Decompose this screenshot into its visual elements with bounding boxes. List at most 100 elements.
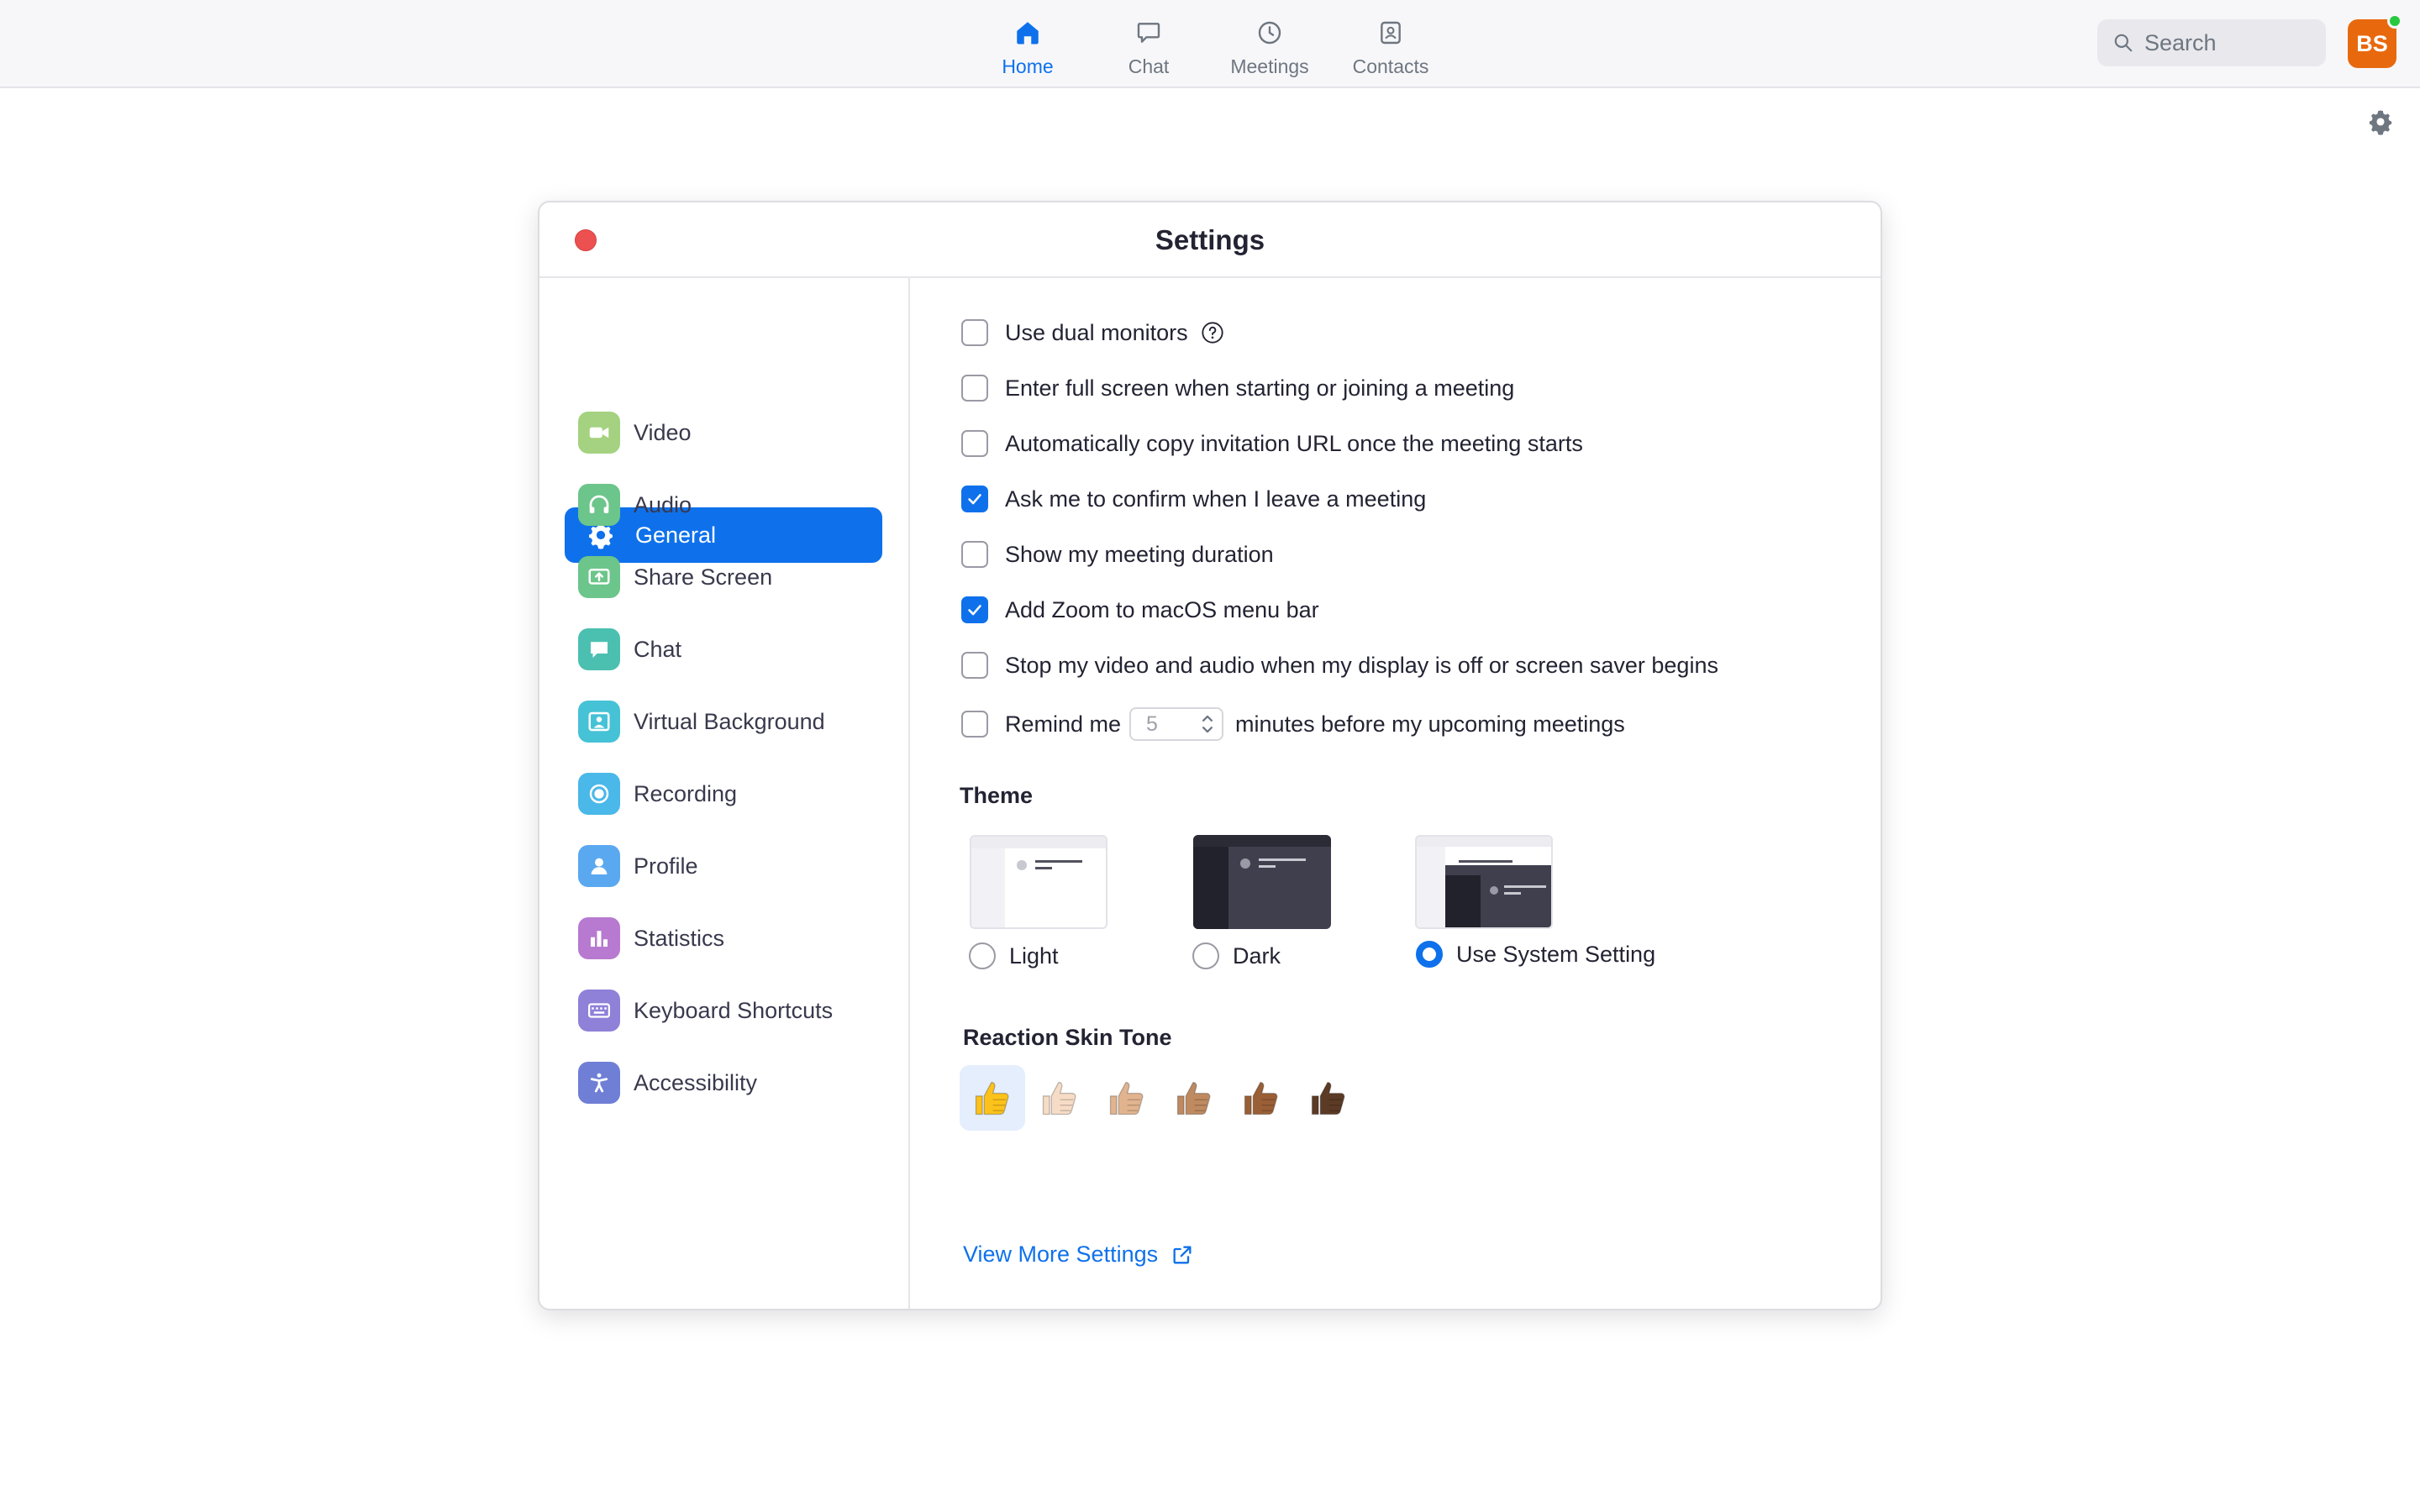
sidebar-item-accessibility[interactable]: Accessibility bbox=[563, 1055, 881, 1110]
theme-title: Theme bbox=[960, 783, 1034, 808]
option-dual-monitors[interactable]: Use dual monitors bbox=[961, 316, 1225, 349]
skin-tone-option[interactable] bbox=[1094, 1065, 1160, 1131]
option-confirm-leave[interactable]: Ask me to confirm when I leave a meeting bbox=[961, 482, 1426, 516]
option-remind-me[interactable]: Remind me 5 minutes before my upcoming m… bbox=[961, 707, 1625, 741]
close-window-button[interactable] bbox=[575, 229, 597, 251]
radio-button[interactable] bbox=[969, 942, 996, 969]
thumbs-up-icon bbox=[1176, 1081, 1211, 1116]
theme-system-preview[interactable] bbox=[1415, 835, 1553, 929]
keyboard-icon bbox=[578, 990, 620, 1032]
theme-option-dark[interactable]: Dark bbox=[1192, 939, 1281, 973]
checkbox[interactable] bbox=[961, 652, 988, 679]
sidebar-item-keyboard-shortcuts[interactable]: Keyboard Shortcuts bbox=[563, 983, 881, 1038]
settings-gear-icon[interactable] bbox=[2366, 108, 2395, 136]
skin-tone-option[interactable] bbox=[1296, 1065, 1361, 1131]
option-label: Automatically copy invitation URL once t… bbox=[1005, 430, 1583, 456]
tab-contacts[interactable]: Contacts bbox=[1328, 0, 1454, 88]
theme-dark-preview[interactable] bbox=[1193, 835, 1331, 929]
option-stop-video-audio[interactable]: Stop my video and audio when my display … bbox=[961, 648, 1718, 682]
checkmark-icon bbox=[968, 605, 981, 616]
sidebar-item-label: Video bbox=[634, 419, 692, 445]
sidebar-item-label: Keyboard Shortcuts bbox=[634, 997, 834, 1023]
sidebar-item-label: Audio bbox=[634, 491, 692, 517]
settings-header: Settings bbox=[539, 202, 1881, 278]
settings-window: Settings General bbox=[538, 201, 1882, 1310]
sidebar-item-profile[interactable]: Profile bbox=[563, 838, 881, 894]
checkbox[interactable] bbox=[961, 711, 988, 738]
thumbs-up-icon bbox=[975, 1081, 1009, 1116]
headphones-icon bbox=[578, 484, 620, 526]
radio-label: Light bbox=[1009, 942, 1059, 969]
statistics-icon bbox=[578, 917, 620, 959]
stepper-arrows-icon bbox=[1202, 715, 1213, 733]
search-placeholder: Search bbox=[2144, 29, 2217, 55]
checkbox-checked[interactable] bbox=[961, 486, 988, 512]
thumbs-up-icon bbox=[1244, 1081, 1278, 1116]
tab-meetings[interactable]: Meetings bbox=[1207, 0, 1333, 88]
profile-icon bbox=[578, 845, 620, 887]
accessibility-icon bbox=[578, 1062, 620, 1104]
tab-home[interactable]: Home bbox=[965, 0, 1091, 88]
skin-tone-option[interactable] bbox=[1161, 1065, 1227, 1131]
sidebar-item-virtual-background[interactable]: Virtual Background bbox=[563, 694, 881, 749]
settings-title: Settings bbox=[1155, 224, 1265, 255]
theme-option-light[interactable]: Light bbox=[969, 939, 1059, 973]
sidebar-item-share-screen[interactable]: Share Screen bbox=[563, 549, 881, 605]
skin-tone-option[interactable] bbox=[1228, 1065, 1294, 1131]
sidebar-item-label: Virtual Background bbox=[634, 708, 825, 734]
sidebar-item-label: Share Screen bbox=[634, 564, 773, 590]
thumbs-up-icon bbox=[1042, 1081, 1076, 1116]
sidebar-item-label: Chat bbox=[634, 636, 682, 662]
sidebar-item-audio[interactable]: Audio bbox=[563, 477, 881, 533]
option-menu-bar[interactable]: Add Zoom to macOS menu bar bbox=[961, 593, 1319, 627]
radio-button-selected[interactable] bbox=[1416, 941, 1443, 968]
help-icon[interactable] bbox=[1200, 320, 1225, 345]
chat-icon bbox=[1133, 17, 1165, 49]
option-label-suffix: minutes before my upcoming meetings bbox=[1235, 711, 1625, 737]
option-label: Enter full screen when starting or joini… bbox=[1005, 375, 1515, 401]
home-icon bbox=[1012, 17, 1044, 49]
thumbs-up-icon bbox=[1109, 1081, 1144, 1116]
virtual-background-icon bbox=[578, 701, 620, 743]
option-label: Use dual monitors bbox=[1005, 319, 1188, 345]
option-label: Add Zoom to macOS menu bar bbox=[1005, 596, 1319, 622]
record-icon bbox=[578, 773, 620, 815]
radio-button[interactable] bbox=[1192, 942, 1219, 969]
option-label: Stop my video and audio when my display … bbox=[1005, 652, 1718, 678]
option-label: Remind me bbox=[1005, 711, 1122, 737]
checkbox[interactable] bbox=[961, 319, 988, 346]
sidebar-item-statistics[interactable]: Statistics bbox=[563, 911, 881, 966]
checkbox[interactable] bbox=[961, 430, 988, 457]
minutes-stepper[interactable]: 5 bbox=[1129, 707, 1224, 741]
theme-light-preview[interactable] bbox=[970, 835, 1107, 929]
option-copy-invitation-url[interactable]: Automatically copy invitation URL once t… bbox=[961, 427, 1583, 460]
radio-label: Use System Setting bbox=[1456, 941, 1656, 967]
option-full-screen[interactable]: Enter full screen when starting or joini… bbox=[961, 371, 1514, 405]
option-meeting-duration[interactable]: Show my meeting duration bbox=[961, 538, 1274, 571]
share-screen-icon bbox=[578, 556, 620, 598]
sidebar-item-recording[interactable]: Recording bbox=[563, 766, 881, 822]
tab-chat[interactable]: Chat bbox=[1086, 0, 1212, 88]
tab-contacts-label: Contacts bbox=[1352, 55, 1429, 77]
contacts-icon bbox=[1375, 17, 1407, 49]
sidebar-item-label: Statistics bbox=[634, 925, 725, 951]
presence-status-dot bbox=[2387, 13, 2402, 29]
skin-tone-option[interactable] bbox=[1027, 1065, 1092, 1131]
option-label: Ask me to confirm when I leave a meeting bbox=[1005, 486, 1427, 512]
sidebar-item-video[interactable]: Video bbox=[563, 405, 881, 460]
checkbox[interactable] bbox=[961, 375, 988, 402]
clock-icon bbox=[1254, 17, 1286, 49]
video-camera-icon bbox=[578, 412, 620, 454]
option-label: Show my meeting duration bbox=[1005, 541, 1274, 567]
view-more-settings-link[interactable]: View More Settings bbox=[963, 1242, 1195, 1268]
checkbox-checked[interactable] bbox=[961, 596, 988, 623]
checkbox[interactable] bbox=[961, 541, 988, 568]
tab-meetings-label: Meetings bbox=[1230, 55, 1309, 77]
skin-tone-option[interactable] bbox=[960, 1065, 1025, 1131]
sidebar-item-chat[interactable]: Chat bbox=[563, 622, 881, 677]
chat-bubble-icon bbox=[578, 628, 620, 670]
search-box[interactable]: Search bbox=[2097, 19, 2326, 66]
theme-option-system[interactable]: Use System Setting bbox=[1416, 937, 1655, 971]
radio-label: Dark bbox=[1233, 942, 1281, 969]
top-navigation-bar: Home Chat Meetings Contacts Search BS bbox=[0, 0, 2420, 88]
